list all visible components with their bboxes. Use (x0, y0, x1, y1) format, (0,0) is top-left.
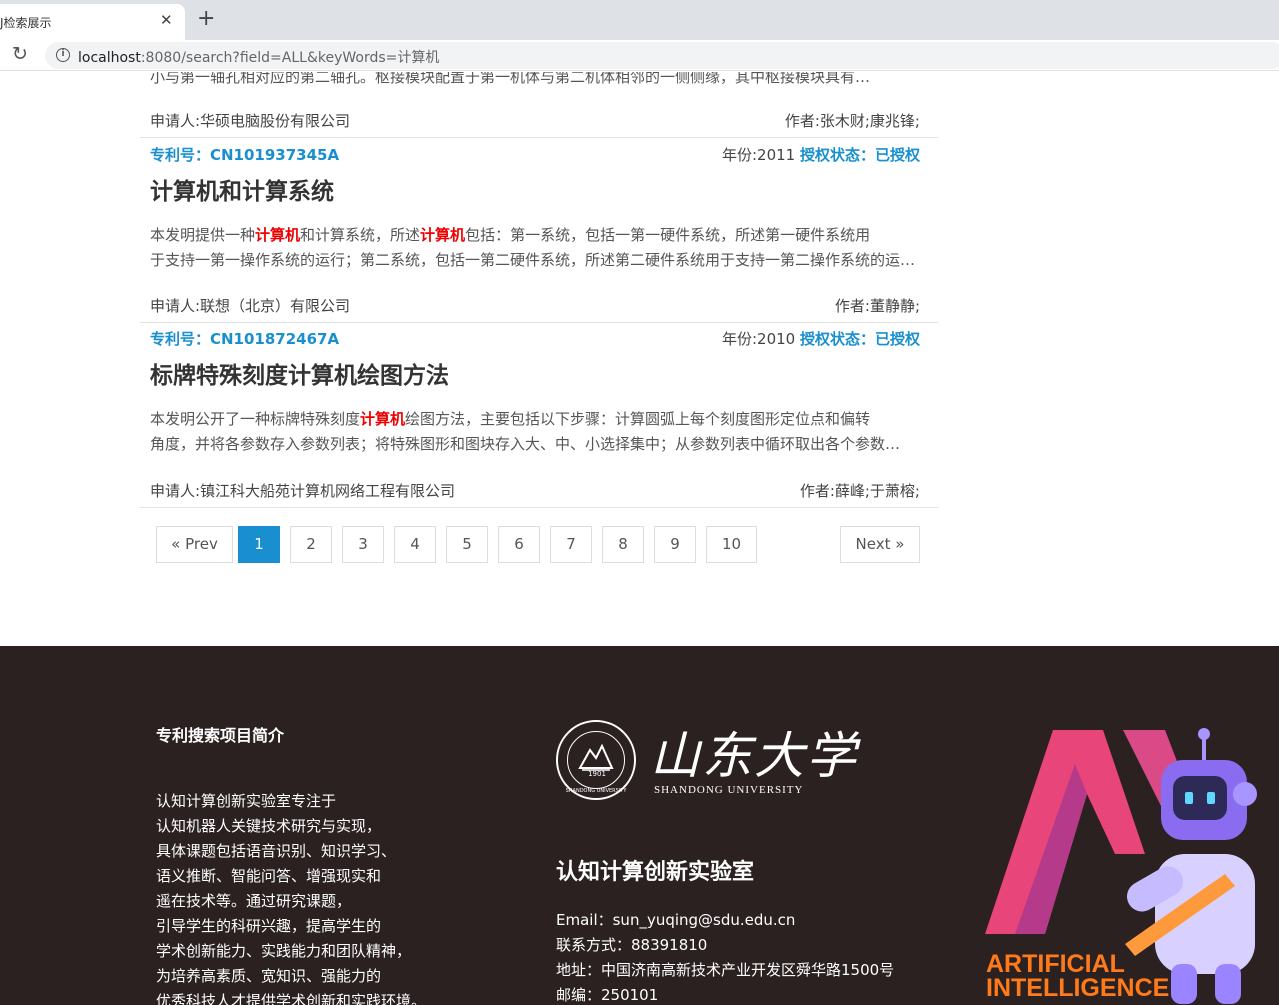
url-text: localhost:8080/search?field=ALL&keyWords… (78, 47, 439, 67)
keyword-highlight: 计算机 (255, 226, 301, 244)
page-button-9[interactable]: 9 (654, 526, 696, 563)
page-button-10[interactable]: 10 (706, 526, 757, 563)
browser-tab[interactable]: J检索展示 ✕ (0, 4, 185, 40)
patent-number-link[interactable]: 专利号：CN101872467A (150, 328, 339, 349)
page-button-7[interactable]: 7 (550, 526, 592, 563)
grant-status: 授权状态：已授权 (799, 146, 920, 164)
applicant-text: 申请人:联想（北京）有限公司 (150, 297, 351, 315)
keyword-highlight: 计算机 (360, 410, 406, 428)
result-meta-row: 申请人:联想（北京）有限公司 作者:董静静; (150, 295, 920, 316)
seal-year: 1901 (588, 770, 606, 778)
contact-info: Email：sun_yuqing@sdu.edu.cn 联系方式：8839181… (556, 908, 894, 1005)
ai-line-2: INTELLIGENCE (986, 974, 1170, 1002)
abstract-line: 本发明公开了一种标牌特殊刻度计算机绘图方法，主要包括以下步骤：计算圆弧上每个刻度… (150, 407, 920, 432)
abstract-text: 本发明提供一种 (150, 226, 256, 244)
applicant-text: 申请人:华硕电脑股份有限公司 (150, 112, 351, 130)
ai-wordmark: ARTIFICIAL INTELLIGENCE (986, 950, 1170, 1002)
abstract-line: 本发明提供一种计算机和计算系统，所述计算机包括：第一系统，包括一第一硬件系统，所… (150, 223, 920, 248)
lab-name: 认知计算创新实验室 (556, 860, 755, 885)
seal-ring-text: SHANDONG UNIVERSITY (565, 788, 627, 794)
prev-page-button[interactable]: « Prev (156, 526, 233, 563)
intro-line: 认知计算创新实验室专注于 (156, 792, 337, 810)
page-button-4[interactable]: 4 (394, 526, 436, 563)
author-text: 作者:张木财;康兆锋; (784, 112, 920, 130)
intro-line: 认知机器人关键技术研究与实现， (156, 817, 382, 835)
reload-icon[interactable]: ↻ (12, 43, 28, 65)
intro-line: 遥在技术等。通过研究课题， (156, 892, 352, 910)
contact-address: 地址：中国济南高新技术产业开发区舜华路1500号 (556, 961, 895, 979)
abstract-text: 绘图方法，主要包括以下步骤：计算圆弧上每个刻度图形定位点和偏转 (405, 410, 871, 428)
author-text: 作者:董静静; (834, 297, 920, 315)
university-seal-logo: 1901 SHANDONG UNIVERSITY (556, 720, 636, 800)
abstract-text: 和计算系统，所述 (300, 226, 421, 244)
intro-line: 语义推断、智能问答、增强现实和 (156, 867, 382, 885)
grant-status: 授权状态：已授权 (799, 330, 920, 348)
partial-abstract: 小与第一轴孔相对应的第二轴孔。枢接模块配置于第一机体与第二机体相邻的一侧侧缘，其… (150, 72, 871, 86)
next-page-button[interactable]: Next » (840, 526, 920, 563)
new-tab-icon[interactable]: + (197, 6, 215, 31)
url-path: :8080/search?field=ALL&keyWords=计算机 (140, 50, 440, 66)
result-divider (140, 322, 938, 323)
patent-number-link[interactable]: 专利号：CN101937345A (150, 144, 339, 165)
intro-line: 学术创新能力、实践能力和团队精神， (156, 942, 412, 960)
intro-line: 优秀科技人才提供学术创新和实践环境。 (156, 992, 427, 1005)
address-bar[interactable]: i localhost:8080/search?field=ALL&keyWor… (45, 42, 1279, 69)
result-title-link[interactable]: 标牌特殊刻度计算机绘图方法 (150, 356, 449, 390)
info-icon[interactable]: i (56, 48, 70, 62)
contact-email: Email：sun_yuqing@sdu.edu.cn (556, 911, 796, 929)
result-abstract: 本发明公开了一种标牌特殊刻度计算机绘图方法，主要包括以下步骤：计算圆弧上每个刻度… (150, 407, 920, 457)
result-divider (140, 507, 938, 508)
year-status: 年份:2010 授权状态：已授权 (722, 328, 920, 349)
page-button-1[interactable]: 1 (238, 526, 280, 563)
contact-postcode: 邮编：250101 (556, 986, 659, 1004)
browser-tab-bar: J检索展示 ✕ + (0, 0, 1279, 40)
abstract-text: 本发明公开了一种标牌特殊刻度 (150, 410, 361, 428)
page-button-5[interactable]: 5 (446, 526, 488, 563)
abstract-text: 包括：第一系统，包括一第一硬件系统，所述第一硬件系统用 (465, 226, 871, 244)
seal-inner-ring: 1901 (567, 731, 625, 789)
result-meta-row: 申请人:镇江科大船苑计算机网络工程有限公司 作者:薛峰;于萧榕; (150, 480, 920, 501)
tab-title: J检索展示 (0, 16, 52, 30)
applicant-text: 申请人:镇江科大船苑计算机网络工程有限公司 (150, 482, 456, 500)
keyword-highlight: 计算机 (420, 226, 466, 244)
result-meta-row: 申请人:华硕电脑股份有限公司 作者:张木财;康兆锋; (150, 110, 920, 131)
intro-line: 具体课题包括语音识别、知识学习、 (156, 842, 397, 860)
footer: 专利搜索项目简介 认知计算创新实验室专注于 认知机器人关键技术研究与实现， 具体… (0, 646, 1279, 1005)
result-divider (140, 137, 938, 138)
page-button-2[interactable]: 2 (290, 526, 332, 563)
author-text: 作者:薛峰;于萧榕; (799, 482, 920, 500)
footer-heading: 专利搜索项目简介 (156, 726, 285, 745)
page-button-8[interactable]: 8 (602, 526, 644, 563)
university-name-cn: 山东大学 (650, 727, 858, 785)
year-status: 年份:2011 授权状态：已授权 (722, 144, 920, 165)
intro-line: 引导学生的科研兴趣，提高学生的 (156, 917, 382, 935)
university-name-en: SHANDONG UNIVERSITY (654, 784, 804, 796)
url-host: localhost (78, 50, 141, 66)
result-title-link[interactable]: 计算机和计算系统 (150, 172, 334, 206)
result-abstract: 本发明提供一种计算机和计算系统，所述计算机包括：第一系统，包括一第一硬件系统，所… (150, 223, 920, 273)
ai-line-1: ARTIFICIAL (986, 950, 1125, 978)
abstract-line: 于支持一第一操作系统的运行；第二系统，包括一第二硬件系统，所述第二硬件系统用于支… (150, 251, 920, 269)
year-text: 年份:2010 (721, 330, 796, 348)
contact-phone: 联系方式：88391810 (556, 936, 708, 954)
browser-toolbar: ↻ i localhost:8080/search?field=ALL&keyW… (0, 40, 1279, 71)
year-text: 年份:2011 (721, 146, 796, 164)
search-results-area: 小与第一轴孔相对应的第二轴孔。枢接模块配置于第一机体与第二机体相邻的一侧侧缘，其… (0, 72, 1279, 646)
project-intro: 认知计算创新实验室专注于 认知机器人关键技术研究与实现， 具体课题包括语音识别、… (156, 789, 456, 1005)
page-button-6[interactable]: 6 (498, 526, 540, 563)
page-button-3[interactable]: 3 (342, 526, 384, 563)
close-tab-icon[interactable]: ✕ (160, 11, 173, 29)
intro-line: 为培养高素质、宽知识、强能力的 (156, 967, 382, 985)
abstract-line: 角度，并将各参数存入参数列表；将特殊图形和图块存入大、中、小选择集中；从参数列表… (150, 435, 901, 453)
